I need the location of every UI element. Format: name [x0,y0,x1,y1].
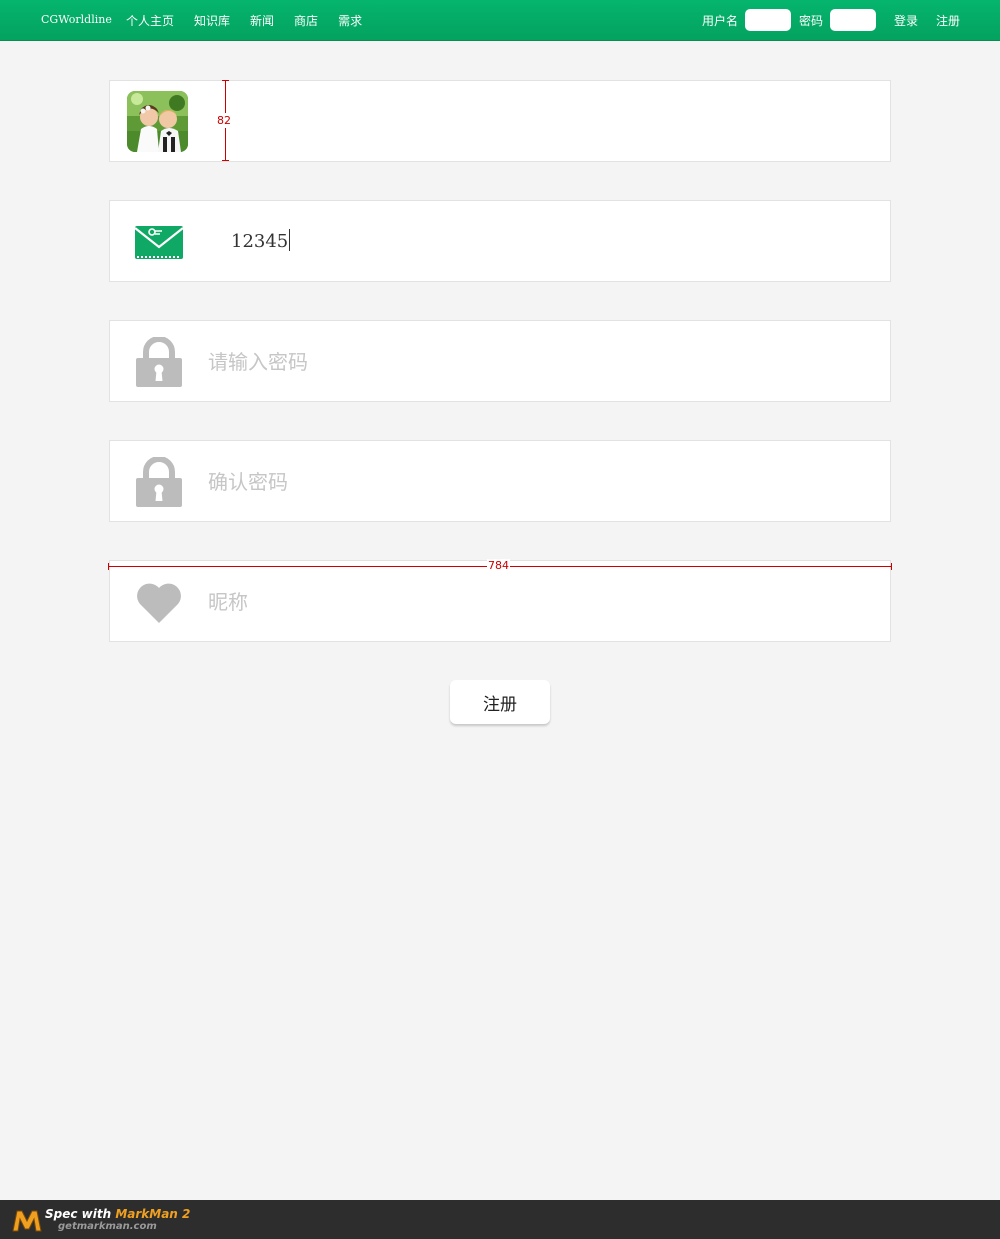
markman-footer: Spec with MarkMan 2 getmarkman.com [0,1200,1000,1239]
password-row[interactable]: 请输入密码 [109,320,891,402]
heart-icon [137,583,181,623]
username-label: 用户名 [701,13,738,28]
text-caret [289,229,291,251]
nav-item-profile[interactable]: 个人主页 [126,12,174,29]
password-input[interactable]: 请输入密码 [208,346,308,375]
header-username-input[interactable] [744,9,791,31]
login-link[interactable]: 登录 [894,12,918,29]
email-input[interactable]: 12345 [231,229,291,252]
nav-item-knowledge[interactable]: 知识库 [194,12,230,29]
avatar[interactable] [127,91,188,152]
nickname-input[interactable]: 昵称 [208,586,248,615]
confirm-password-input[interactable]: 确认密码 [208,466,288,495]
lock-icon [136,457,182,507]
envelope-icon [134,226,184,259]
nav-item-shop[interactable]: 商店 [294,12,318,29]
email-row[interactable]: 12345 [109,200,891,282]
main-nav: 个人主页 知识库 新闻 商店 需求 [126,12,362,29]
register-button[interactable]: 注册 [450,680,550,724]
nav-item-demand[interactable]: 需求 [338,12,362,29]
footer-brand-line[interactable]: Spec with MarkMan 2 [45,1207,190,1221]
header-password-input[interactable] [829,9,876,31]
markman-logo-icon [12,1210,42,1232]
height-measure-label: 82 [216,113,232,128]
footer-site-link[interactable]: getmarkman.com [58,1221,157,1232]
brand-logo-text[interactable]: CGWorldline [41,13,112,26]
password-label: 密码 [798,13,823,28]
header-login-form: 用户名 密码 登录 注册 [702,9,960,31]
nav-item-news[interactable]: 新闻 [250,12,274,29]
top-nav-bar: CGWorldline 个人主页 知识库 新闻 商店 需求 用户名 密码 登录 … [0,0,1000,41]
confirm-password-row[interactable]: 确认密码 [109,440,891,522]
nickname-row[interactable]: 昵称 [109,560,891,642]
width-measure-label: 784 [487,559,510,572]
lock-icon [136,337,182,387]
register-link[interactable]: 注册 [936,12,960,29]
